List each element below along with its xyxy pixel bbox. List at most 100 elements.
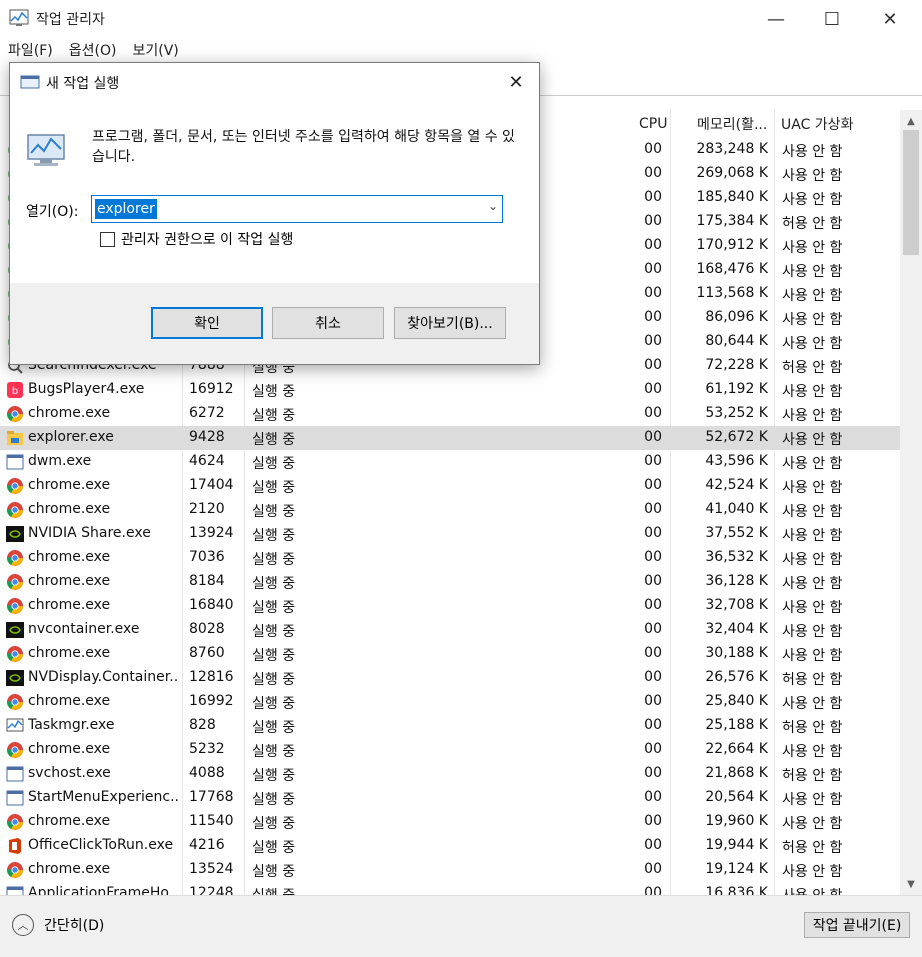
process-cpu: 00	[644, 837, 662, 853]
process-name: Taskmgr.exe	[28, 717, 115, 733]
table-row[interactable]: chrome.exe 2120 실행 중 00 41,040 K 사용 안 함	[0, 498, 900, 522]
process-memory: 52,672 K	[705, 429, 768, 445]
vertical-scrollbar[interactable]: ▲ ▼	[900, 110, 922, 895]
table-row[interactable]: chrome.exe 8760 실행 중 00 30,188 K 사용 안 함	[0, 642, 900, 666]
column-header-cpu[interactable]: CPU	[639, 110, 667, 138]
admin-checkbox-row[interactable]: 관리자 권한으로 이 작업 실행	[100, 229, 293, 249]
process-uac: 사용 안 함	[782, 600, 843, 616]
chrome-icon	[6, 861, 24, 879]
menu-options[interactable]: 옵션(O)	[69, 40, 117, 60]
dialog-close-button[interactable]: ✕	[499, 67, 533, 97]
process-cpu: 00	[644, 357, 662, 373]
scroll-up-icon[interactable]: ▲	[900, 112, 922, 130]
maximize-button[interactable]: ☐	[804, 0, 860, 38]
process-status: 실행 중	[252, 672, 296, 688]
menu-view[interactable]: 보기(V)	[132, 40, 178, 60]
process-pid: 4216	[189, 837, 225, 853]
process-status: 실행 중	[252, 456, 296, 472]
process-name: chrome.exe	[28, 813, 111, 829]
fewer-details-button[interactable]: ︿ 간단히(D)	[12, 914, 104, 936]
process-status: 실행 중	[252, 576, 296, 592]
minimize-button[interactable]: —	[748, 0, 804, 38]
nvidia-icon	[6, 669, 24, 687]
browse-button[interactable]: 찾아보기(B)...	[394, 307, 506, 339]
table-row[interactable]: nvcontainer.exe 8028 실행 중 00 32,404 K 사용 안 함	[0, 618, 900, 642]
process-memory: 19,960 K	[705, 813, 768, 829]
cancel-button[interactable]: 취소	[272, 307, 384, 339]
process-pid: 9428	[189, 429, 225, 445]
column-header-uac[interactable]: UAC 가상화	[781, 110, 853, 138]
process-uac: 허용 안 함	[782, 672, 843, 688]
table-row[interactable]: chrome.exe 16840 실행 중 00 32,708 K 사용 안 함	[0, 594, 900, 618]
ok-button[interactable]: 확인	[151, 307, 263, 339]
process-pid: 828	[189, 717, 216, 733]
open-combobox[interactable]: explorer ⌄	[91, 195, 503, 223]
column-header-memory[interactable]: 메모리(활...	[697, 110, 767, 138]
process-cpu: 00	[644, 693, 662, 709]
process-memory: 32,404 K	[705, 621, 768, 637]
table-row[interactable]: b BugsPlayer4.exe 16912 실행 중 00 61,192 K 사용 안 …	[0, 378, 900, 402]
table-row[interactable]: chrome.exe 6272 실행 중 00 53,252 K 사용 안 함	[0, 402, 900, 426]
table-row[interactable]: chrome.exe 8184 실행 중 00 36,128 K 사용 안 함	[0, 570, 900, 594]
admin-checkbox-label[interactable]: 관리자 권한으로 이 작업 실행	[121, 229, 293, 249]
process-cpu: 00	[644, 237, 662, 253]
table-row[interactable]: NVIDIA Share.exe 13924 실행 중 00 37,552 K 사용 안 …	[0, 522, 900, 546]
table-row[interactable]: NVDisplay.Container... 12816 실행 중 00 26,576 …	[0, 666, 900, 690]
process-name: chrome.exe	[28, 597, 111, 613]
table-row[interactable]: ApplicationFrameHo... 12248 실행 중 00 16,836 K…	[0, 882, 900, 895]
table-row[interactable]: dwm.exe 4624 실행 중 00 43,596 K 사용 안 함	[0, 450, 900, 474]
process-pid: 17404	[189, 477, 234, 493]
process-memory: 175,384 K	[696, 213, 768, 229]
process-cpu: 00	[644, 717, 662, 733]
process-cpu: 00	[644, 645, 662, 661]
process-name: nvcontainer.exe	[28, 621, 140, 637]
table-row[interactable]: explorer.exe 9428 실행 중 00 52,672 K 사용 안 함	[0, 426, 900, 450]
table-row[interactable]: chrome.exe 17404 실행 중 00 42,524 K 사용 안 함	[0, 474, 900, 498]
svg-text:b: b	[12, 386, 18, 397]
table-row[interactable]: chrome.exe 7036 실행 중 00 36,532 K 사용 안 함	[0, 546, 900, 570]
menu-file[interactable]: 파일(F)	[8, 40, 53, 60]
admin-checkbox[interactable]	[100, 231, 115, 247]
process-status: 실행 중	[252, 384, 296, 400]
process-uac: 사용 안 함	[782, 504, 843, 520]
scrollbar-thumb[interactable]	[903, 130, 919, 255]
process-memory: 37,552 K	[705, 525, 768, 541]
table-row[interactable]: Taskmgr.exe 828 실행 중 00 25,188 K 허용 안 함	[0, 714, 900, 738]
task-manager-icon	[9, 9, 29, 26]
process-name: chrome.exe	[28, 645, 111, 661]
chevron-down-icon[interactable]: ⌄	[488, 199, 498, 213]
process-memory: 20,564 K	[705, 789, 768, 805]
process-pid: 16912	[189, 381, 234, 397]
process-pid: 6272	[189, 405, 225, 421]
table-row[interactable]: chrome.exe 5232 실행 중 00 22,664 K 사용 안 함	[0, 738, 900, 762]
process-pid: 12816	[189, 669, 234, 685]
process-name: chrome.exe	[28, 861, 111, 877]
close-button[interactable]: ✕	[862, 0, 918, 38]
process-status: 실행 중	[252, 744, 296, 760]
scroll-down-icon[interactable]: ▼	[900, 875, 922, 893]
chrome-icon	[6, 645, 24, 663]
process-memory: 30,188 K	[705, 645, 768, 661]
process-cpu: 00	[644, 741, 662, 757]
table-row[interactable]: svchost.exe 4088 실행 중 00 21,868 K 허용 안 함	[0, 762, 900, 786]
open-input-value[interactable]: explorer	[95, 199, 157, 219]
table-row[interactable]: chrome.exe 13524 실행 중 00 19,124 K 사용 안 함	[0, 858, 900, 882]
process-memory: 25,840 K	[705, 693, 768, 709]
window-icon	[6, 789, 24, 807]
end-task-button[interactable]: 작업 끝내기(E)	[804, 912, 910, 938]
process-status: 실행 중	[252, 768, 296, 784]
process-pid: 4624	[189, 453, 225, 469]
process-uac: 사용 안 함	[782, 144, 843, 160]
table-row[interactable]: chrome.exe 16992 실행 중 00 25,840 K 사용 안 함	[0, 690, 900, 714]
process-name: chrome.exe	[28, 693, 111, 709]
process-uac: 사용 안 함	[782, 648, 843, 664]
table-row[interactable]: chrome.exe 11540 실행 중 00 19,960 K 사용 안 함	[0, 810, 900, 834]
chrome-icon	[6, 501, 24, 519]
process-status: 실행 중	[252, 864, 296, 880]
process-memory: 25,188 K	[705, 717, 768, 733]
table-row[interactable]: StartMenuExperienc... 17768 실행 중 00 20,564 K…	[0, 786, 900, 810]
chevron-up-icon: ︿	[12, 914, 34, 936]
table-row[interactable]: OfficeClickToRun.exe 4216 실행 중 00 19,944 K 허용…	[0, 834, 900, 858]
menu-bar: 파일(F) 옵션(O) 보기(V)	[0, 38, 922, 62]
process-cpu: 00	[644, 309, 662, 325]
